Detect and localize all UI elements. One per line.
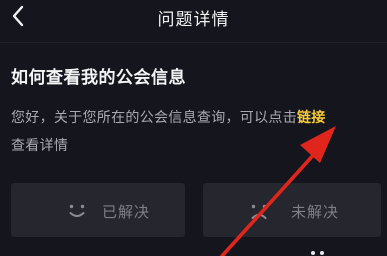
- answer-text: 您好，关于您所在的公会信息查询，可以点击链接查看详情: [11, 104, 383, 160]
- page-title: 问题详情: [157, 10, 230, 30]
- sad-face-icon: [251, 204, 267, 219]
- detail-link[interactable]: 链接: [297, 110, 326, 126]
- question-detail-page: 问题详情 如何查看我的公会信息 您好，关于您所在的公会信息查询，可以点击链接查看…: [0, 0, 387, 256]
- header-divider: [0, 42, 387, 43]
- unsolved-button[interactable]: 未解决: [203, 183, 381, 237]
- unsolved-label: 未解决: [291, 203, 340, 221]
- solved-label: 已解决: [102, 203, 151, 221]
- answer-text-outro: 查看详情: [11, 138, 69, 154]
- partial-icon: [311, 251, 324, 255]
- navigation-bar: 问题详情: [0, 0, 387, 34]
- question-title: 如何查看我的公会信息: [11, 68, 186, 88]
- smile-face-icon: [69, 204, 85, 217]
- solved-button[interactable]: 已解决: [11, 183, 185, 237]
- answer-text-intro: 您好，关于您所在的公会信息查询，可以点击: [11, 110, 297, 126]
